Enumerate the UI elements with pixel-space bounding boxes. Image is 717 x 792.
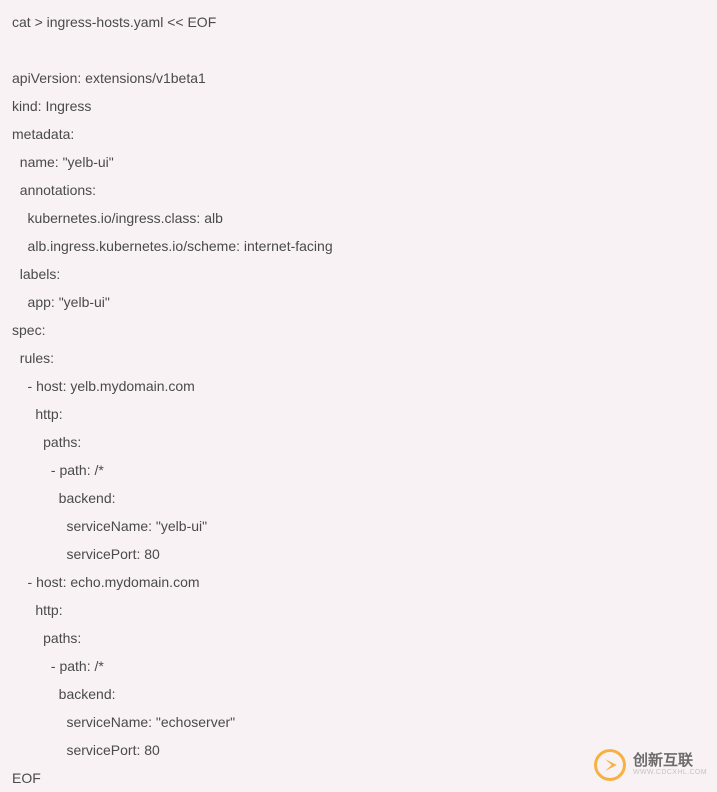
code-line: serviceName: "echoserver" [12, 708, 705, 736]
code-line: labels: [12, 260, 705, 288]
code-line: kind: Ingress [12, 92, 705, 120]
code-line: backend: [12, 484, 705, 512]
code-block: cat > ingress-hosts.yaml << EOF apiVersi… [12, 8, 705, 792]
code-line: apiVersion: extensions/v1beta1 [12, 64, 705, 92]
watermark-main: 创新互联 [633, 753, 707, 769]
code-line: name: "yelb-ui" [12, 148, 705, 176]
code-line: - host: echo.mydomain.com [12, 568, 705, 596]
code-line: http: [12, 596, 705, 624]
code-line: - path: /* [12, 652, 705, 680]
code-line: kubernetes.io/ingress.class: alb [12, 204, 705, 232]
watermark-sub: WWW.CDCXHL.COM [633, 769, 707, 776]
code-line: alb.ingress.kubernetes.io/scheme: intern… [12, 232, 705, 260]
code-line: serviceName: "yelb-ui" [12, 512, 705, 540]
watermark: 创新互联 WWW.CDCXHL.COM [593, 748, 707, 782]
code-line: http: [12, 400, 705, 428]
code-line: backend: [12, 680, 705, 708]
code-line: - host: yelb.mydomain.com [12, 372, 705, 400]
code-line: spec: [12, 316, 705, 344]
code-line: app: "yelb-ui" [12, 288, 705, 316]
code-line: rules: [12, 344, 705, 372]
code-line: cat > ingress-hosts.yaml << EOF [12, 8, 705, 36]
watermark-text: 创新互联 WWW.CDCXHL.COM [633, 753, 707, 776]
code-line: paths: [12, 624, 705, 652]
watermark-logo-icon [593, 748, 627, 782]
code-line: paths: [12, 428, 705, 456]
code-line: metadata: [12, 120, 705, 148]
code-line: servicePort: 80 [12, 540, 705, 568]
code-line: annotations: [12, 176, 705, 204]
code-line: - path: /* [12, 456, 705, 484]
code-line [12, 36, 705, 64]
